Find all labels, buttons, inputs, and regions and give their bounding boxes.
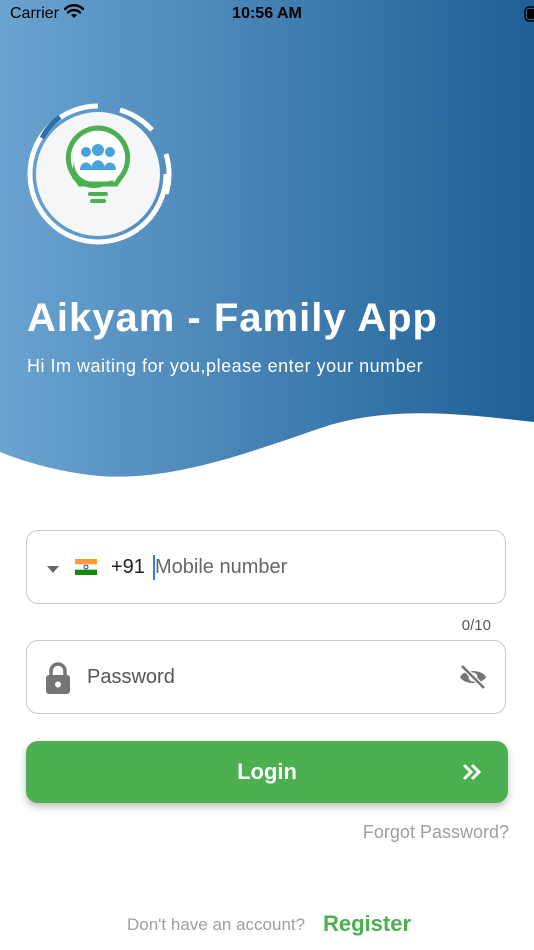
status-bar: Carrier 10:56 AM	[0, 0, 534, 30]
login-button-label: Login	[237, 759, 297, 784]
dropdown-arrow-icon[interactable]	[47, 566, 59, 573]
password-input[interactable]	[87, 659, 427, 695]
double-chevron-right-icon	[462, 763, 482, 786]
country-code[interactable]: +91	[111, 556, 145, 579]
register-link[interactable]: Register	[323, 911, 411, 937]
login-button[interactable]: Login	[26, 741, 508, 803]
password-field[interactable]	[26, 640, 506, 714]
clock: 10:56 AM	[232, 5, 302, 22]
header-hero: Carrier 10:56 AM Aikyam - Family App Hi …	[0, 0, 534, 480]
app-logo-icon	[27, 103, 172, 245]
forgot-password-link[interactable]: Forgot Password?	[363, 822, 509, 843]
eye-off-icon[interactable]	[458, 664, 488, 695]
mobile-number-field[interactable]: +91	[26, 530, 506, 604]
app-subtitle: Hi Im waiting for you,please enter your …	[27, 356, 424, 376]
app-logo	[24, 100, 172, 248]
mobile-number-input[interactable]	[155, 549, 485, 585]
lock-icon	[44, 661, 72, 700]
india-flag-icon[interactable]	[75, 559, 97, 575]
character-counter: 0/10	[461, 617, 491, 634]
app-title: Aikyam - Family App	[27, 296, 438, 340]
no-account-text: Don't have an account?	[127, 915, 306, 934]
